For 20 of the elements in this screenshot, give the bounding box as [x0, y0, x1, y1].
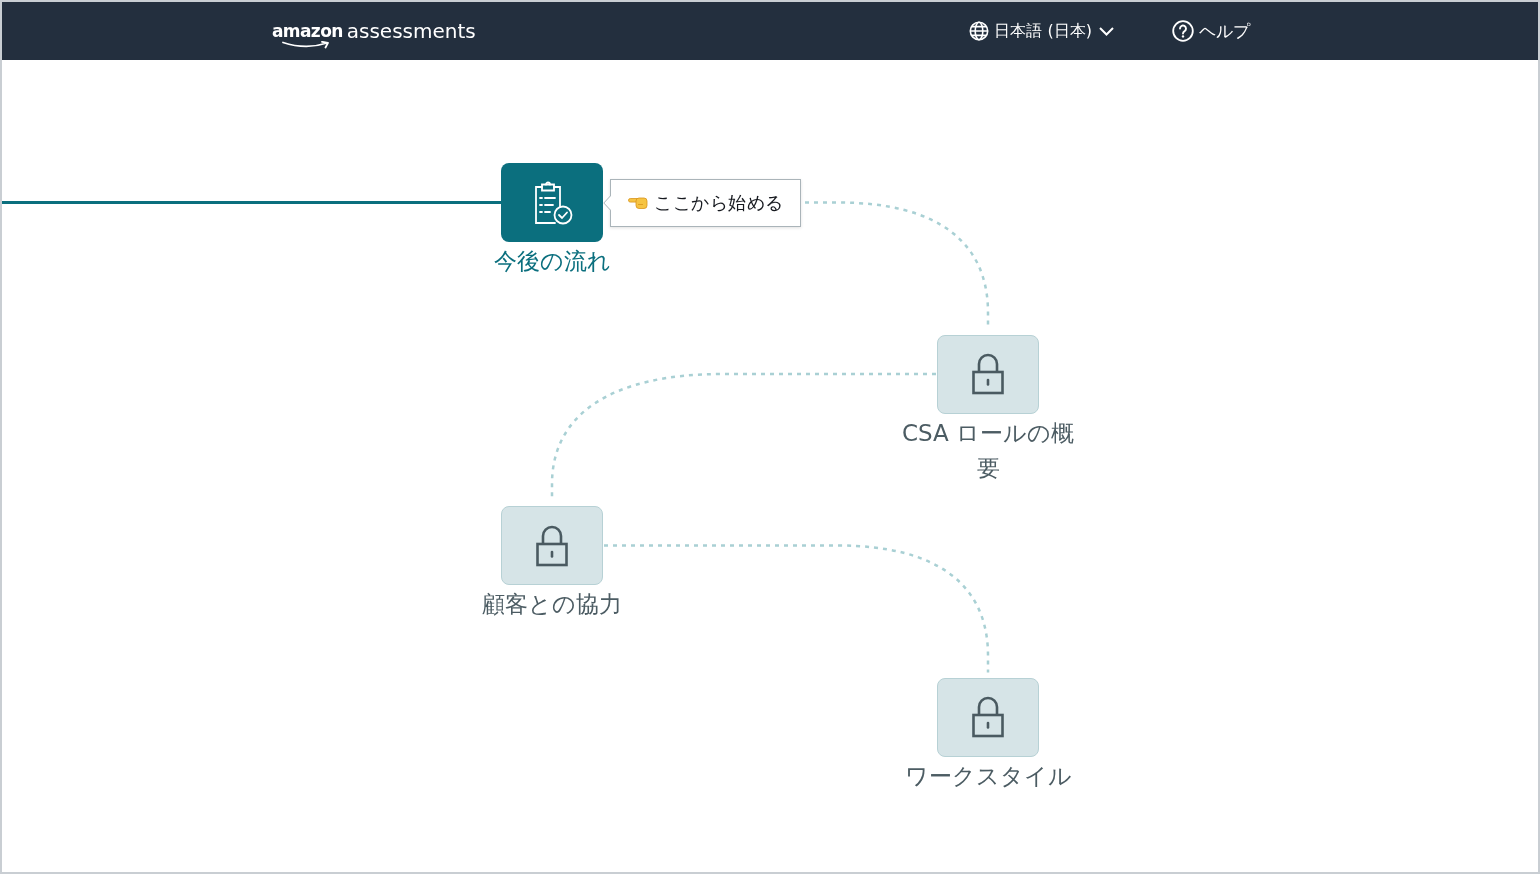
step-node[interactable]	[501, 506, 603, 585]
brand-name: amazon	[272, 21, 343, 41]
hand-pointing-left-icon	[628, 196, 648, 209]
help-link[interactable]: ヘルプ	[1172, 19, 1250, 43]
step-label: 今後の流れ	[493, 247, 611, 276]
step-label: 顧客との協力	[482, 590, 622, 619]
lock-icon	[534, 523, 570, 568]
step-label: CSA ロールの概要	[900, 418, 1076, 483]
help-icon	[1172, 20, 1194, 42]
globe-icon	[969, 21, 990, 41]
step-node[interactable]	[937, 334, 1039, 414]
step-node[interactable]	[937, 677, 1039, 757]
product-name: assessments	[346, 21, 476, 41]
step-label: ワークスタイル	[904, 761, 1072, 791]
lock-icon	[970, 352, 1006, 396]
lock-icon	[970, 695, 1006, 739]
step-node[interactable]	[501, 163, 603, 242]
chevron-down-icon	[1099, 26, 1114, 36]
language-menu[interactable]: 日本語 (日本)	[969, 20, 1114, 42]
tooltip-text: ここから始める	[654, 190, 784, 215]
